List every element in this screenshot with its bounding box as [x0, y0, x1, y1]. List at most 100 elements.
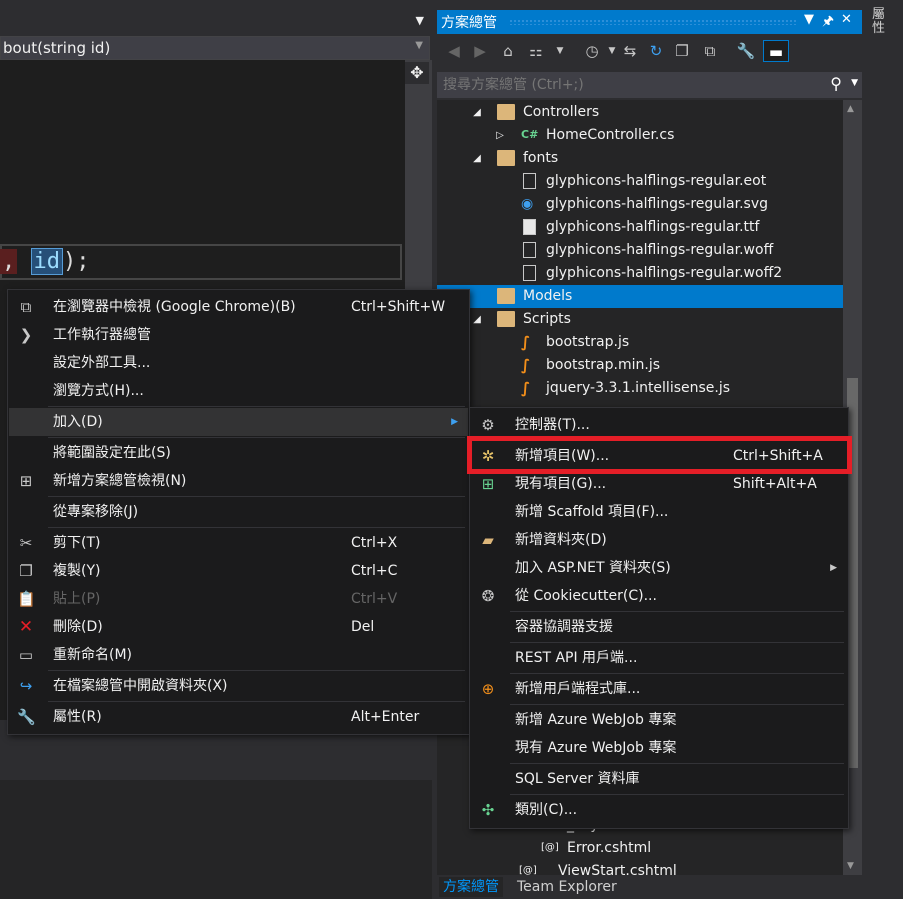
- menu-separator: [510, 642, 844, 643]
- menu-item-delete[interactable]: ✕ 刪除(D) Del: [9, 613, 468, 641]
- tree-item-models[interactable]: Models: [437, 285, 843, 308]
- tree-item-file[interactable]: glyphicons-halflings-regular.woff2: [437, 262, 843, 285]
- scroll-down-icon[interactable]: ▼: [847, 861, 854, 871]
- search-icon[interactable]: ⚲: [830, 74, 842, 93]
- home-icon[interactable]: ⌂: [497, 40, 519, 62]
- solution-explorer-tabs: 方案總管 Team Explorer: [437, 875, 862, 899]
- tree-item-cshtml[interactable]: [@] Error.cshtml: [437, 837, 843, 860]
- submenu-item-scaffold[interactable]: 新增 Scaffold 項目(F)...: [471, 498, 847, 526]
- expander-open-icon[interactable]: ◢: [471, 308, 483, 331]
- scroll-up-icon[interactable]: ▲: [847, 104, 854, 114]
- tree-item-controllers[interactable]: ◢ Controllers: [437, 101, 843, 124]
- menu-item-new-view[interactable]: ⊞ 新增方案總管檢視(N): [9, 467, 468, 495]
- menu-item-rename[interactable]: ▭ 重新命名(M): [9, 641, 468, 669]
- preview-selected-icon[interactable]: ▬: [763, 40, 789, 62]
- submenu-item-existing-webjob[interactable]: 現有 Azure WebJob 專案: [471, 734, 847, 762]
- controller-icon: ⚙: [481, 416, 495, 434]
- menu-item-add[interactable]: 加入(D) ▶: [9, 408, 468, 436]
- tree-item-label: bootstrap.min.js: [546, 357, 660, 373]
- tree-item-label: HomeController.cs: [546, 127, 675, 143]
- properties-side-tab[interactable]: 屬性: [862, 0, 903, 899]
- folder-icon: [497, 311, 515, 327]
- submenu-item-sql-server[interactable]: SQL Server 資料庫: [471, 765, 847, 793]
- tree-item-file[interactable]: glyphicons-halflings-regular.woff: [437, 239, 843, 262]
- client-library-icon: ⊕: [481, 680, 495, 698]
- javascript-file-icon: ∫: [521, 379, 531, 397]
- member-name: bout(string id): [3, 39, 111, 57]
- submenu-item-class[interactable]: ✣ 類別(C)...: [471, 796, 847, 824]
- menu-separator: [510, 673, 844, 674]
- window-position-icon[interactable]: ▼: [804, 12, 814, 27]
- menu-item-browse-with[interactable]: 瀏覽方式(H)...: [9, 377, 468, 405]
- submenu-item-new-folder[interactable]: ▰ 新增資料夾(D): [471, 526, 847, 554]
- tree-item-label: glyphicons-halflings-regular.eot: [546, 173, 767, 189]
- tree-item-js[interactable]: ∫ bootstrap.js: [437, 331, 843, 354]
- search-input[interactable]: [441, 74, 815, 96]
- tree-item-file[interactable]: glyphicons-halflings-regular.eot: [437, 170, 843, 193]
- tab-dropdown-icon[interactable]: ▼: [416, 14, 424, 27]
- tree-item-js[interactable]: ∫ jquery-3.3.1.intellisense.js: [437, 377, 843, 400]
- expander-open-icon[interactable]: ◢: [471, 147, 483, 170]
- menu-separator: [48, 437, 465, 438]
- collapse-all-icon[interactable]: ❐: [671, 40, 693, 62]
- submenu-item-client-library[interactable]: ⊕ 新增用戶端程式庫...: [471, 675, 847, 703]
- expander-closed-icon[interactable]: ▷: [494, 124, 506, 147]
- class-icon: ✣: [481, 801, 495, 819]
- solution-explorer-search[interactable]: ⚲ ▼: [437, 72, 862, 98]
- tree-item-homecontroller[interactable]: ▷ C# HomeController.cs: [437, 124, 843, 147]
- tab-solution-explorer[interactable]: 方案總管: [439, 877, 503, 897]
- switch-views-icon[interactable]: ⚏: [525, 40, 547, 62]
- submenu-item-controller[interactable]: ⚙ 控制器(T)...: [471, 411, 847, 439]
- close-icon[interactable]: ✕: [841, 12, 852, 27]
- cshtml-file-icon: [@]: [541, 842, 559, 853]
- tree-item-js[interactable]: ∫ bootstrap.min.js: [437, 354, 843, 377]
- menu-item-scope-to-this[interactable]: 將範圍設定在此(S): [9, 439, 468, 467]
- rename-icon: ▭: [18, 646, 34, 664]
- menu-item-copy[interactable]: ❐ 複製(Y) Ctrl+C: [9, 557, 468, 585]
- menu-separator: [510, 794, 844, 795]
- tree-item-file[interactable]: ◉ glyphicons-halflings-regular.svg: [437, 193, 843, 216]
- show-all-files-icon[interactable]: ⧉: [699, 40, 721, 62]
- tree-item-cshtml[interactable]: [@] _ViewStart.cshtml: [437, 860, 843, 875]
- menu-item-cut[interactable]: ✂ 剪下(T) Ctrl+X: [9, 529, 468, 557]
- code-prefix: ,: [0, 249, 18, 274]
- menu-separator: [510, 611, 844, 612]
- tree-item-scripts[interactable]: ◢ Scripts: [437, 308, 843, 331]
- chevron-down-icon: ▼: [415, 40, 423, 51]
- expander-open-icon[interactable]: ◢: [471, 101, 483, 124]
- pin-icon[interactable]: 🖈: [822, 12, 834, 34]
- submenu-item-aspnet-folder[interactable]: 加入 ASP.NET 資料夾(S) ▶: [471, 554, 847, 582]
- menu-item-paste[interactable]: 📋 貼上(P) Ctrl+V: [9, 585, 468, 613]
- csharp-file-icon: C#: [521, 128, 539, 141]
- wrench-icon[interactable]: 🔧: [735, 40, 757, 62]
- menu-item-properties[interactable]: 🔧 屬性(R) Alt+Enter: [9, 703, 468, 731]
- menu-item-task-runner[interactable]: ❯ 工作執行器總管: [9, 321, 468, 349]
- tree-item-file[interactable]: glyphicons-halflings-regular.ttf: [437, 216, 843, 239]
- pending-changes-icon[interactable]: ◷: [581, 40, 603, 62]
- menu-item-open-folder[interactable]: ↪ 在檔案總管中開啟資料夾(X): [9, 672, 468, 700]
- submenu-item-new-webjob[interactable]: 新增 Azure WebJob 專案: [471, 706, 847, 734]
- submenu-arrow-icon: ▶: [830, 563, 837, 573]
- forward-icon[interactable]: ▶: [469, 40, 491, 62]
- tree-item-label: _ViewStart.cshtml: [551, 863, 677, 875]
- tree-item-label: Error.cshtml: [567, 840, 652, 856]
- submenu-item-existing-item[interactable]: ⊞ 現有項目(G)... Shift+Alt+A: [471, 470, 847, 498]
- menu-item-external-tools[interactable]: 設定外部工具...: [9, 349, 468, 377]
- split-window-icon[interactable]: ✥: [405, 62, 429, 84]
- tab-team-explorer[interactable]: Team Explorer: [513, 877, 621, 897]
- menu-item-exclude[interactable]: 從專案移除(J): [9, 498, 468, 526]
- member-navigation-dropdown[interactable]: bout(string id) ▼: [0, 36, 430, 60]
- sync-icon[interactable]: ⇆: [619, 40, 641, 62]
- menu-separator: [48, 527, 465, 528]
- chevron-down-icon[interactable]: ▼: [851, 78, 858, 88]
- back-icon[interactable]: ◀: [443, 40, 465, 62]
- panel-title: 方案總管: [441, 15, 497, 31]
- editor-tab-strip: ▼: [0, 10, 432, 36]
- submenu-item-cookiecutter[interactable]: ❂ 從 Cookiecutter(C)...: [471, 582, 847, 610]
- tree-item-fonts[interactable]: ◢ fonts: [437, 147, 843, 170]
- refresh-icon[interactable]: ↻: [645, 40, 667, 62]
- submenu-item-orchestrator[interactable]: 容器協調器支援: [471, 613, 847, 641]
- submenu-item-rest-api[interactable]: REST API 用戶端...: [471, 644, 847, 672]
- menu-item-view-in-browser[interactable]: ⧉ 在瀏覽器中檢視 (Google Chrome)(B) Ctrl+Shift+…: [9, 293, 468, 321]
- chevron-down-icon[interactable]: ▼: [549, 40, 571, 62]
